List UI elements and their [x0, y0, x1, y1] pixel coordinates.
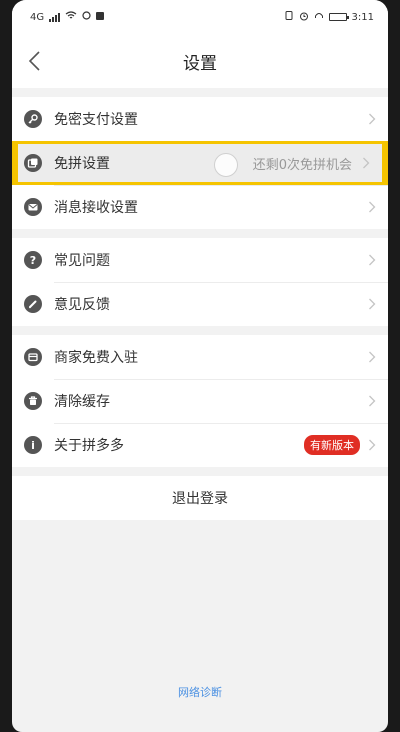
phone-screen: 4G 3:11 设置 免密支付设置 免拼设置 还剩0次免拼机会 消息接收设置 ?…	[12, 0, 388, 732]
touch-indicator	[214, 153, 238, 177]
settings-item-faq[interactable]: ? 常见问题	[12, 238, 388, 282]
mail-icon	[24, 198, 42, 216]
settings-item-label: 常见问题	[54, 253, 110, 269]
chevron-right-icon	[369, 201, 376, 213]
store-icon	[24, 348, 42, 366]
notification-icon	[82, 11, 91, 23]
battery-icon	[328, 13, 349, 21]
settings-item-label: 意见反馈	[54, 297, 110, 313]
network-type: 4G	[30, 11, 45, 23]
trash-icon	[24, 392, 42, 410]
settings-group-account: 免密支付设置 免拼设置 还剩0次免拼机会 消息接收设置	[12, 97, 388, 229]
settings-item-label: 消息接收设置	[54, 200, 138, 216]
back-arrow-icon	[28, 51, 40, 71]
chevron-right-icon	[369, 113, 376, 125]
settings-item-cache[interactable]: 清除缓存	[12, 379, 388, 423]
settings-item-pin[interactable]: 免拼设置 还剩0次免拼机会	[12, 141, 388, 185]
nav-bar: 设置	[12, 34, 388, 88]
key-icon	[24, 110, 42, 128]
settings-item-value: 还剩0次免拼机会	[252, 157, 352, 173]
settings-item-label: 商家免费入驻	[54, 350, 138, 366]
settings-item-label: 免密支付设置	[54, 112, 138, 128]
coupon-icon	[24, 154, 42, 172]
logout-button[interactable]: 退出登录	[12, 476, 388, 520]
settings-item-merchant[interactable]: 商家免费入驻	[12, 335, 388, 379]
settings-item-feedback[interactable]: 意见反馈	[12, 282, 388, 326]
question-icon: ?	[24, 251, 42, 269]
chevron-right-icon	[369, 298, 376, 310]
chevron-right-icon	[369, 351, 376, 363]
new-version-badge: 有新版本	[304, 435, 360, 455]
status-time: 3:11	[351, 11, 374, 23]
chevron-right-icon	[363, 157, 370, 169]
settings-item-label: 清除缓存	[54, 394, 110, 410]
headset-icon	[314, 11, 324, 24]
chevron-right-icon	[369, 254, 376, 266]
page-title: 设置	[183, 53, 217, 74]
settings-item-about[interactable]: i 关于拼多多 有新版本	[12, 423, 388, 467]
info-icon: i	[24, 436, 42, 454]
settings-item-label: 关于拼多多	[54, 438, 124, 454]
chevron-right-icon	[369, 439, 376, 451]
pencil-icon	[24, 295, 42, 313]
status-bar: 4G 3:11	[12, 0, 388, 34]
settings-group-other: 商家免费入驻 清除缓存 i 关于拼多多 有新版本	[12, 335, 388, 467]
app-notify-icon	[96, 11, 105, 23]
chevron-right-icon	[369, 395, 376, 407]
settings-item-msg[interactable]: 消息接收设置	[12, 185, 388, 229]
wifi-icon	[65, 11, 77, 23]
signal-icon	[49, 12, 61, 22]
network-diagnosis-link[interactable]: 网络诊断	[12, 684, 388, 700]
settings-group-help: ? 常见问题 意见反馈	[12, 238, 388, 326]
back-button[interactable]	[22, 47, 50, 75]
alarm-icon	[299, 11, 309, 24]
vibrate-icon	[284, 11, 294, 23]
settings-item-pay[interactable]: 免密支付设置	[12, 97, 388, 141]
